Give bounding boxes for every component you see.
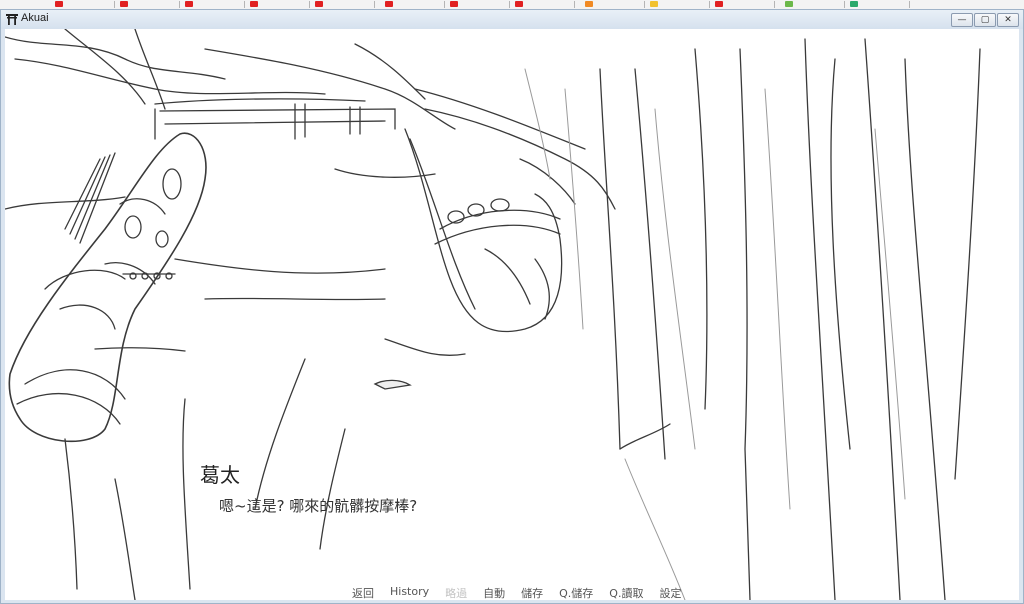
game-scene[interactable]: 葛太 嗯~這是? 哪來的骯髒按摩棒? 返回 History 略過 自動 儲存 Q…: [5, 29, 1019, 600]
browser-tab-icon: [450, 1, 458, 7]
maximize-button[interactable]: ▢: [974, 13, 996, 27]
torii-icon: [6, 14, 18, 25]
quick-menu-auto[interactable]: 自動: [483, 585, 505, 600]
browser-tab-icon: [120, 1, 128, 7]
browser-tab[interactable]: [120, 0, 180, 9]
browser-tab-icon: [385, 1, 393, 7]
quick-menu-history[interactable]: History: [390, 585, 429, 600]
quick-menu-quick-load[interactable]: Q.讀取: [609, 585, 643, 600]
minimize-button[interactable]: —: [951, 13, 973, 27]
browser-tab-icon: [185, 1, 193, 7]
browser-tab-icon: [650, 1, 658, 7]
close-button[interactable]: ✕: [997, 13, 1019, 27]
browser-tab[interactable]: [715, 0, 775, 9]
browser-tab-icon: [785, 1, 793, 7]
quick-menu-quick-save[interactable]: Q.儲存: [559, 585, 593, 600]
browser-tab-icon: [55, 1, 63, 7]
browser-tab[interactable]: [55, 0, 115, 9]
browser-tab[interactable]: [585, 0, 645, 9]
browser-tab-icon: [515, 1, 523, 7]
browser-tab[interactable]: [850, 0, 910, 9]
browser-tab[interactable]: [785, 0, 845, 9]
browser-tab-icon: [715, 1, 723, 7]
browser-tab-icon: [585, 1, 593, 7]
browser-tab[interactable]: [450, 0, 510, 9]
quick-menu-back[interactable]: 返回: [352, 585, 374, 600]
quick-menu-skip[interactable]: 略過: [445, 585, 467, 600]
dialogue-text[interactable]: 嗯~這是? 哪來的骯髒按摩棒?: [219, 495, 417, 516]
maximize-icon: ▢: [980, 15, 990, 25]
browser-tab[interactable]: [515, 0, 575, 9]
quick-menu-preferences[interactable]: 設定: [659, 585, 681, 600]
browser-tab[interactable]: [185, 0, 245, 9]
close-icon: ✕: [1004, 15, 1012, 25]
speaker-name: 葛太: [200, 463, 240, 487]
quick-menu: 返回 History 略過 自動 儲存 Q.儲存 Q.讀取 設定: [352, 585, 697, 600]
browser-tab[interactable]: [385, 0, 445, 9]
browser-tab[interactable]: [250, 0, 310, 9]
quick-menu-save[interactable]: 儲存: [521, 585, 543, 600]
minimize-icon: —: [957, 15, 967, 25]
window-titlebar[interactable]: Akuai — ▢ ✕: [1, 10, 1023, 29]
browser-tab[interactable]: [315, 0, 375, 9]
window-title: Akuai: [21, 12, 49, 24]
game-window: Akuai — ▢ ✕ 葛太 嗯~這是? 哪來的骯髒按摩棒? 返回 Histor…: [0, 9, 1024, 604]
browser-tab-icon: [250, 1, 258, 7]
browser-tab-icon: [850, 1, 858, 7]
browser-tab-icon: [315, 1, 323, 7]
scene-background-sketch: [5, 29, 981, 600]
browser-tab[interactable]: [650, 0, 710, 9]
